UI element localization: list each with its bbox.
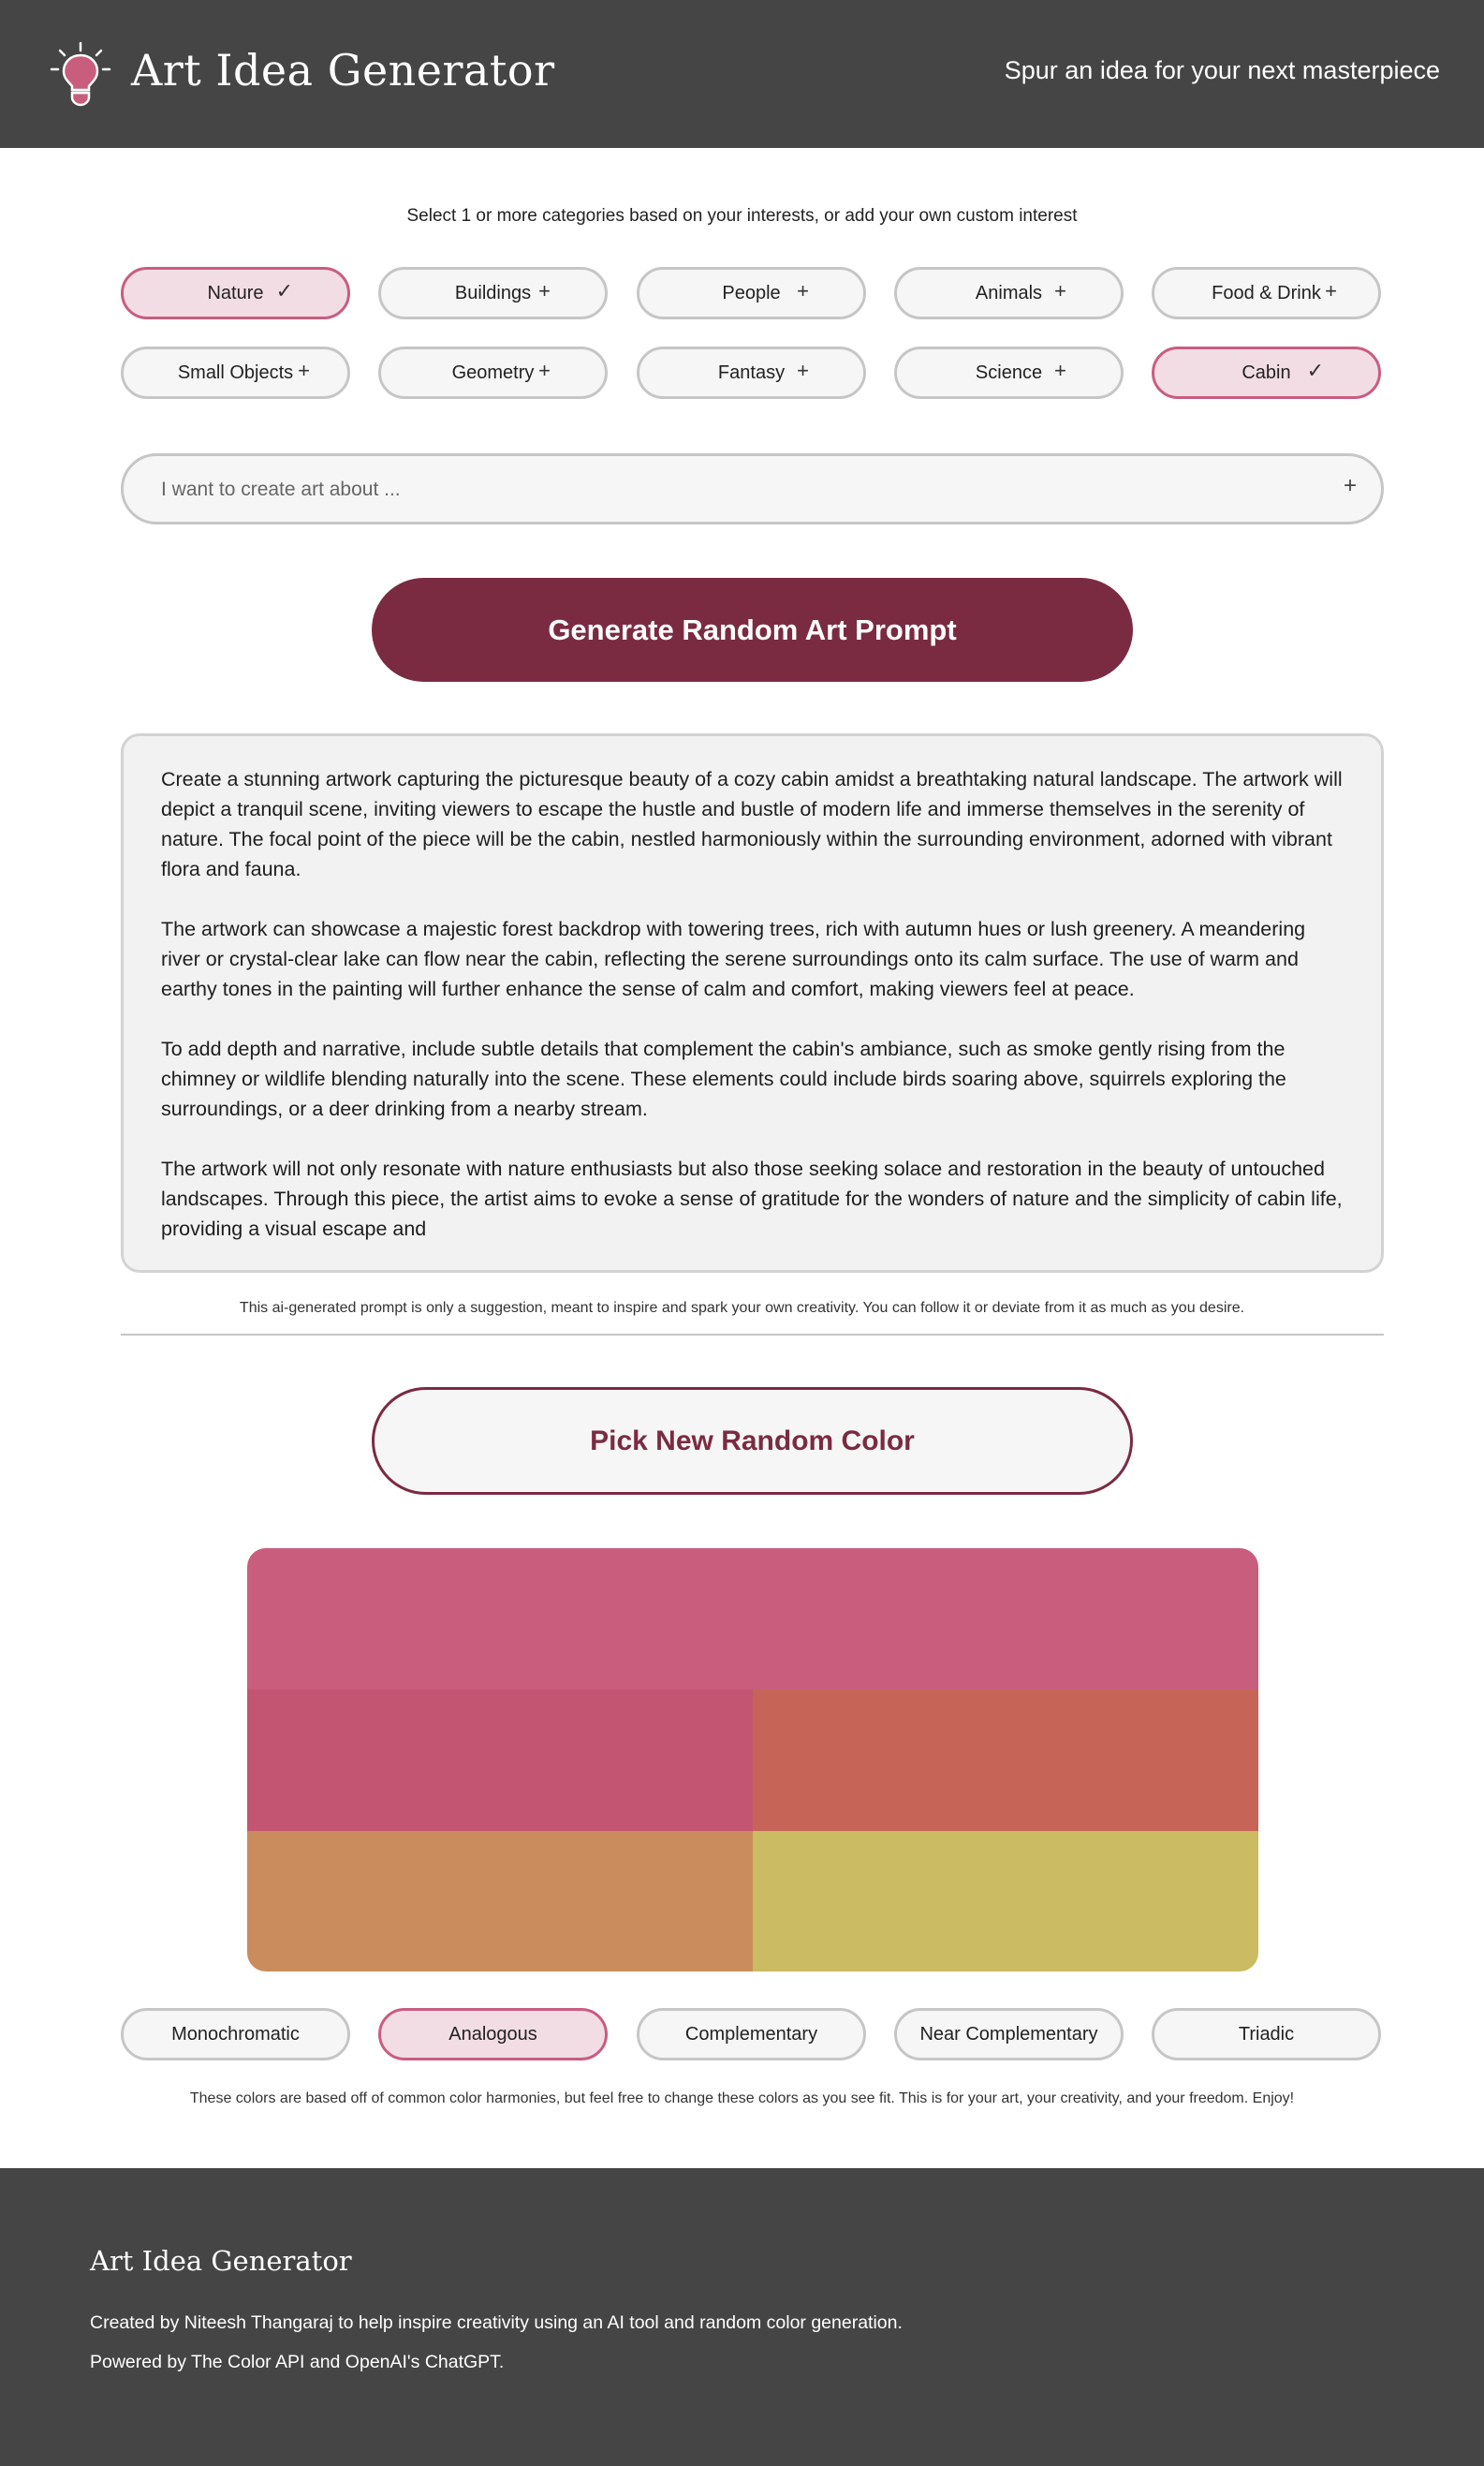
prompt-paragraph: The artwork will not only resonate with … (161, 1158, 1343, 1240)
category-chip-food-drink[interactable]: Food & Drink + (1152, 267, 1381, 319)
prompt-paragraph: The artwork can showcase a majestic fore… (161, 918, 1306, 1000)
harmony-monochromatic[interactable]: Monochromatic (121, 2008, 350, 2060)
prompt-paragraph: Create a stunning artwork capturing the … (161, 768, 1343, 880)
category-chip-cabin[interactable]: Cabin ✓ (1152, 347, 1381, 399)
harmony-analogous[interactable]: Analogous (378, 2008, 608, 2060)
chip-label: Analogous (448, 2024, 537, 2045)
chip-label: Animals (975, 283, 1043, 303)
plus-icon: + (1325, 279, 1337, 303)
chip-label: Geometry (451, 362, 535, 383)
footer-title: Art Idea Generator (90, 2245, 352, 2277)
plus-icon: + (298, 359, 310, 382)
chip-label: Food & Drink (1212, 283, 1321, 303)
chip-label: Science (975, 362, 1043, 383)
category-instructions: Select 1 or more categories based on you… (406, 206, 1078, 226)
chip-label: Nature (207, 283, 264, 303)
chip-label: Near Complementary (919, 2024, 1098, 2045)
palette-swatch[interactable] (753, 1690, 1258, 1831)
site-footer: Art Idea Generator Created by Niteesh Th… (0, 2168, 1484, 2466)
category-chip-fantasy[interactable]: Fantasy + (637, 347, 866, 399)
category-chip-nature[interactable]: Nature ✓ (121, 267, 350, 319)
app-title: Art Idea Generator (131, 45, 555, 96)
chip-label: Triadic (1238, 2024, 1295, 2045)
palette-swatch-base[interactable] (247, 1548, 1258, 1690)
category-chip-geometry[interactable]: Geometry + (378, 347, 608, 399)
section-divider (121, 1334, 1384, 1336)
plus-icon: + (538, 359, 551, 382)
custom-interest-field: + (121, 453, 1384, 524)
chip-label: People (722, 283, 781, 303)
plus-icon: + (538, 279, 551, 303)
harmony-complementary[interactable]: Complementary (637, 2008, 866, 2060)
category-chip-animals[interactable]: Animals + (894, 267, 1124, 319)
plus-icon: + (1054, 359, 1066, 382)
chip-label: Buildings (454, 283, 532, 303)
chip-label: Complementary (684, 2024, 818, 2045)
custom-interest-input[interactable] (159, 473, 1268, 507)
harmony-near-complementary[interactable]: Near Complementary (894, 2008, 1124, 2060)
add-interest-icon[interactable]: + (1344, 473, 1357, 499)
plus-icon: + (1054, 279, 1066, 303)
check-icon: ✓ (1306, 359, 1324, 382)
palette-swatch[interactable] (247, 1831, 753, 1971)
category-chip-science[interactable]: Science + (894, 347, 1124, 399)
plus-icon: + (797, 279, 809, 303)
category-chip-buildings[interactable]: Buildings + (378, 267, 608, 319)
chip-label: Monochromatic (171, 2024, 300, 2045)
palette-swatch[interactable] (247, 1690, 753, 1831)
check-icon: ✓ (275, 279, 293, 303)
lightbulb-icon (50, 41, 111, 107)
prompt-output: Create a stunning artwork capturing the … (121, 733, 1384, 1273)
chip-label: Small Objects (177, 362, 294, 383)
color-palette (247, 1548, 1258, 1971)
harmony-note: These colors are based off of common col… (189, 2090, 1295, 2106)
footer-credit: Created by Niteesh Thangaraj to help ins… (90, 2312, 903, 2333)
prompt-paragraph: To add depth and narrative, include subt… (161, 1038, 1286, 1120)
chip-label: Cabin (1242, 362, 1291, 383)
category-chip-small-objects[interactable]: Small Objects + (121, 347, 350, 399)
tagline: Spur an idea for your next masterpiece (1004, 56, 1440, 84)
harmony-triadic[interactable]: Triadic (1152, 2008, 1381, 2060)
generate-prompt-button[interactable]: Generate Random Art Prompt (372, 578, 1133, 682)
plus-icon: + (797, 359, 809, 382)
pick-color-button[interactable]: Pick New Random Color (372, 1387, 1133, 1495)
chip-label: Fantasy (717, 362, 786, 383)
palette-swatch[interactable] (753, 1831, 1258, 1971)
category-chip-people[interactable]: People + (637, 267, 866, 319)
prompt-disclaimer: This ai-generated prompt is only a sugge… (239, 1300, 1245, 1316)
site-header: Art Idea Generator Spur an idea for your… (0, 0, 1484, 148)
footer-powered-by: Powered by The Color API and OpenAI's Ch… (90, 2352, 505, 2372)
